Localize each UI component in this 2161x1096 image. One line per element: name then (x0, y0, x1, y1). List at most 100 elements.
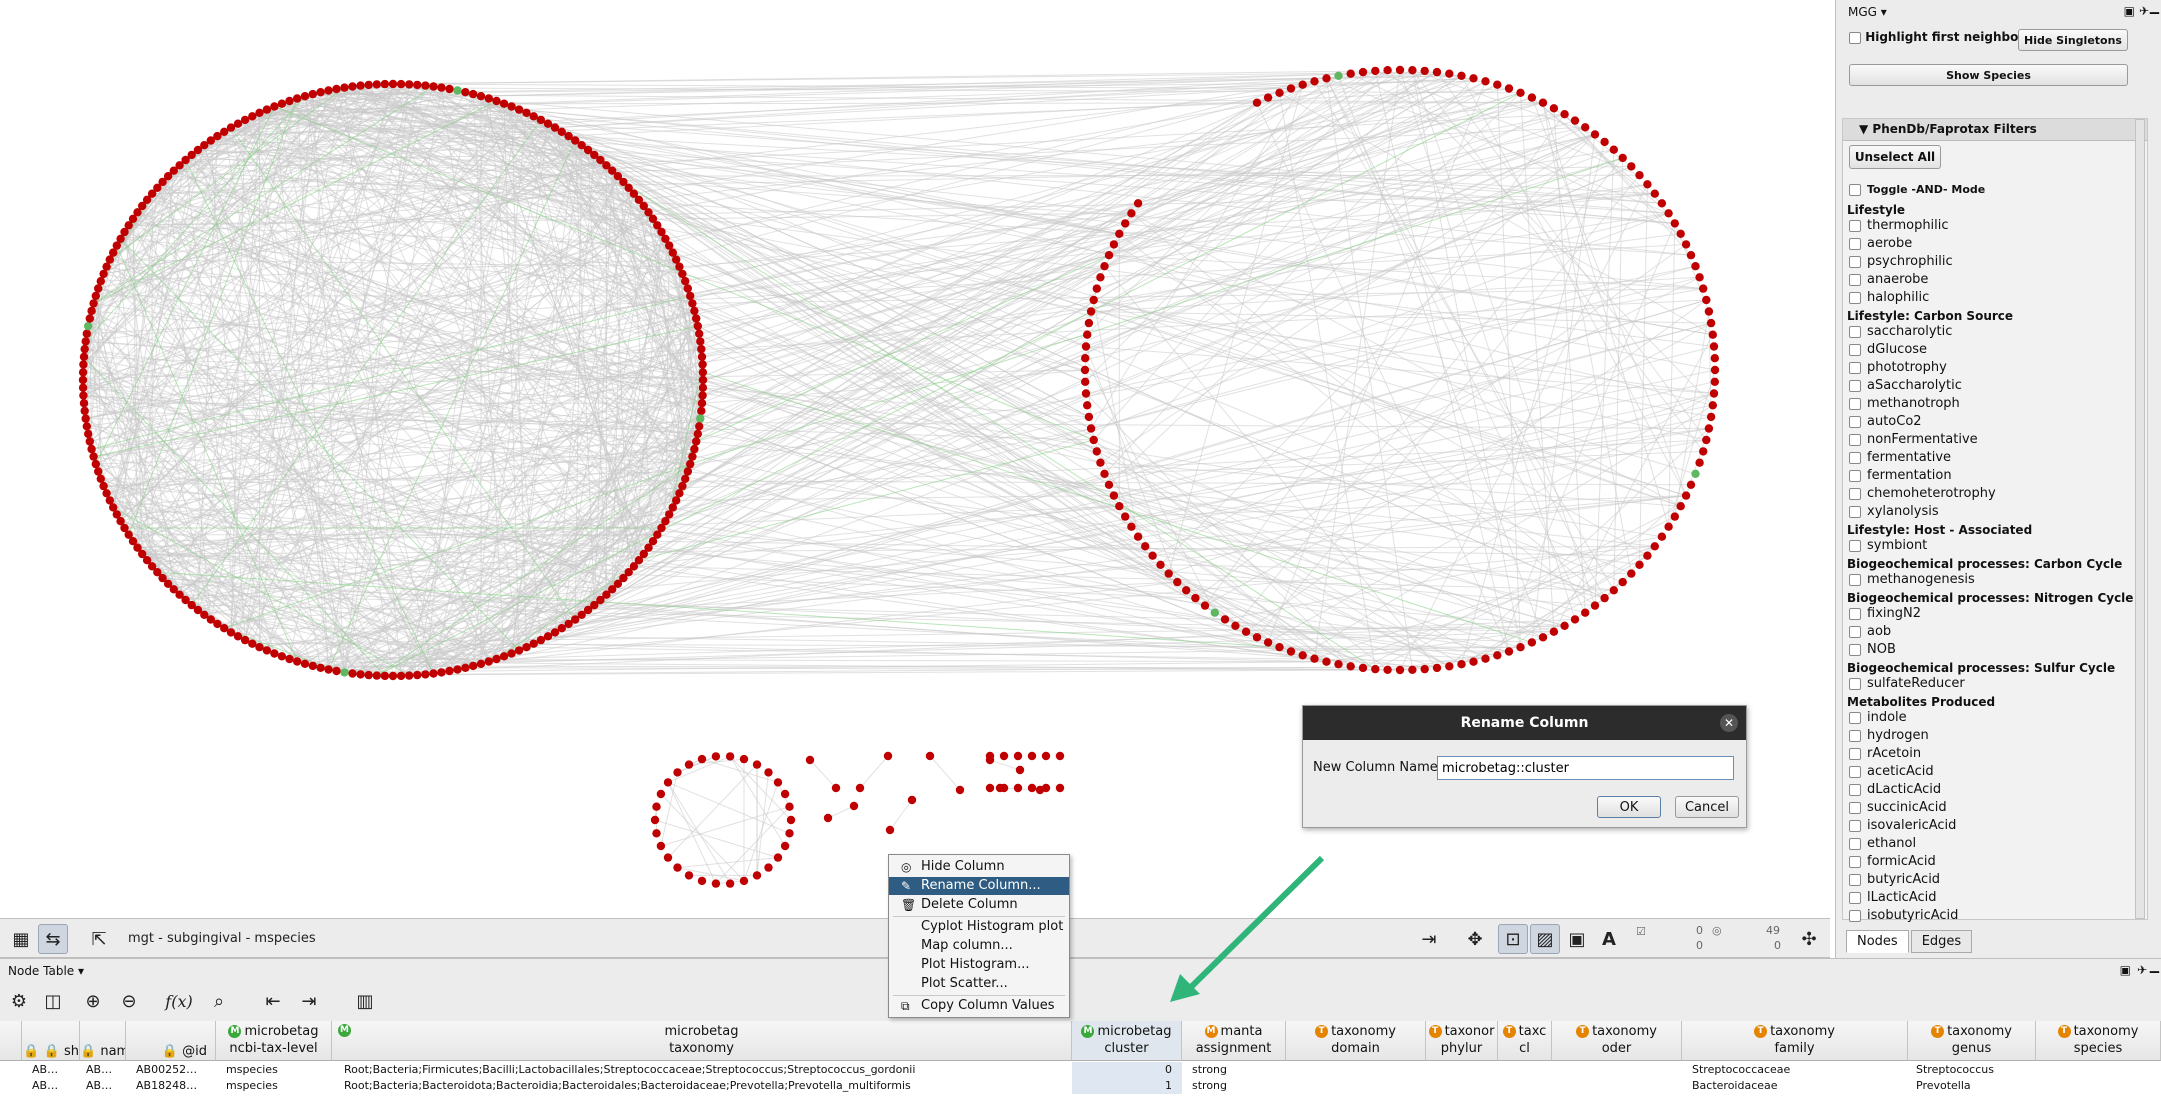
show-species-button[interactable]: Show Species (1849, 64, 2128, 86)
cell-ncbi-tax-level[interactable]: mspecies (226, 1062, 326, 1078)
ok-button[interactable]: OK (1597, 796, 1661, 818)
column-header-class[interactable]: Ttaxc cl (1498, 1021, 1552, 1061)
cancel-button[interactable]: Cancel (1675, 796, 1739, 818)
filter-item-thermophilic[interactable]: thermophilic (1849, 217, 1949, 235)
column-header-ncbi-tax-level[interactable]: Mmicrobetag ncbi-tax-level (216, 1021, 332, 1061)
tab-edges[interactable]: Edges (1910, 930, 1973, 953)
menu-item-plot-histogram[interactable]: Plot Histogram... (889, 956, 1069, 974)
filter-item-isobutyricAcid[interactable]: isobutyricAcid (1849, 907, 1958, 925)
tab-nodes[interactable]: Nodes (1846, 930, 1909, 953)
filter-item-halophilic[interactable]: halophilic (1849, 289, 1929, 307)
filter-item-fixingN2[interactable]: fixingN2 (1849, 605, 1921, 623)
checkbox-icon[interactable] (1849, 433, 1861, 446)
checkbox-icon[interactable] (1849, 747, 1861, 760)
cell-cluster[interactable]: 1 (1072, 1078, 1182, 1094)
checkbox-icon[interactable] (1849, 505, 1861, 518)
filter-item-methanogenesis[interactable]: methanogenesis (1849, 571, 1975, 589)
filter-item-xylanolysis[interactable]: xylanolysis (1849, 503, 1939, 521)
filter-item-saccharolytic[interactable]: saccharolytic (1849, 323, 1952, 341)
panel-title[interactable]: MGG ▾ (1848, 5, 1887, 19)
menu-item-rename-column[interactable]: ✎ Rename Column... (889, 877, 1069, 895)
checkbox-icon[interactable] (1849, 729, 1861, 742)
checkbox-icon[interactable] (1849, 873, 1861, 886)
checkbox-icon[interactable] (1849, 819, 1861, 832)
menu-item-plot-scatter[interactable]: Plot Scatter... (889, 975, 1069, 993)
cell-name[interactable]: AB… (86, 1078, 122, 1094)
table-title[interactable]: Node Table ▾ (8, 964, 84, 978)
cell-id[interactable]: AB18248… (136, 1078, 214, 1094)
filter-item-aSaccharolytic[interactable]: aSaccharolytic (1849, 377, 1962, 395)
menu-item-delete-column[interactable]: 🗑 Delete Column (889, 896, 1069, 914)
checkbox-icon[interactable] (1849, 31, 1861, 44)
checkbox-icon[interactable] (1849, 487, 1861, 500)
column-header-sh[interactable]: 🔒 🔒 sh (22, 1021, 80, 1061)
checkbox-icon[interactable] (1849, 397, 1861, 410)
filter-item-phototrophy[interactable]: phototrophy (1849, 359, 1947, 377)
row-header-corner[interactable] (0, 1021, 22, 1061)
settings-icon[interactable]: ⚙ (4, 987, 34, 1015)
cell-family[interactable]: Bacteroidaceae (1692, 1078, 1892, 1094)
checkbox-icon[interactable] (1849, 765, 1861, 778)
edge-select-icon[interactable]: ▨ (1530, 924, 1560, 954)
checkbox-icon[interactable] (1849, 643, 1861, 656)
checkbox-icon[interactable] (1849, 237, 1861, 250)
fit-icon[interactable]: ✥ (1460, 924, 1490, 954)
highlight-neighbors-checkbox[interactable]: Highlight first neighbors (1849, 30, 2031, 44)
annotation-select-icon[interactable]: ▣ (1562, 924, 1592, 954)
menu-item-hide-column[interactable]: ◎ Hide Column (889, 858, 1069, 876)
checkbox-icon[interactable] (1849, 677, 1861, 690)
filter-item-symbiont[interactable]: symbiont (1849, 537, 1927, 555)
checkbox-icon[interactable] (1849, 909, 1861, 922)
checkbox-icon[interactable] (1849, 273, 1861, 286)
checkbox-icon[interactable] (1849, 625, 1861, 638)
column-header-name[interactable]: 🔒 nam (80, 1021, 126, 1061)
cell-id[interactable]: AB00252… (136, 1062, 214, 1078)
menu-item-map-column[interactable]: Map column... (889, 937, 1069, 955)
search-icon[interactable]: ⌕ (204, 987, 234, 1015)
checkbox-icon[interactable] (1849, 801, 1861, 814)
filter-item-aceticAcid[interactable]: aceticAcid (1849, 763, 1934, 781)
unselect-all-button[interactable]: Unselect All (1849, 145, 1941, 169)
filter-item-rAcetoin[interactable]: rAcetoin (1849, 745, 1921, 763)
checkbox-icon[interactable] (1849, 711, 1861, 724)
filter-item-aob[interactable]: aob (1849, 623, 1891, 641)
filter-item-nonFermentative[interactable]: nonFermentative (1849, 431, 1978, 449)
new-column-name-input[interactable] (1437, 756, 1734, 780)
toggle-and-mode[interactable]: Toggle -AND- Mode (1849, 181, 1985, 199)
delete-column-icon[interactable]: ⊖ (114, 987, 144, 1015)
cell-ncbi-tax-level[interactable]: mspecies (226, 1078, 326, 1094)
checkbox-icon[interactable] (1849, 607, 1861, 620)
column-header-order[interactable]: Ttaxonomy oder (1552, 1021, 1682, 1061)
column-header-domain[interactable]: Ttaxonomy domain (1286, 1021, 1426, 1061)
checkbox-icon[interactable] (1849, 184, 1861, 196)
filter-item-indole[interactable]: indole (1849, 709, 1907, 727)
column-header-phylum[interactable]: Ttaxonor phylur (1426, 1021, 1498, 1061)
checkbox-icon[interactable] (1849, 361, 1861, 374)
share-network-icon[interactable]: ⇆ (38, 924, 68, 954)
column-header-cluster[interactable]: Mmicrobetag cluster (1072, 1021, 1182, 1061)
float-icon[interactable]: ▣ (2124, 4, 2135, 18)
label-icon[interactable]: A (1594, 924, 1624, 954)
checkbox-icon[interactable] (1849, 891, 1861, 904)
filters-header[interactable]: ▼ PhenDb/Faprotax Filters (1843, 119, 2147, 141)
filter-item-fermentation[interactable]: fermentation (1849, 467, 1952, 485)
column-header-species[interactable]: Ttaxonomy species (2036, 1021, 2161, 1061)
filter-item-formicAcid[interactable]: formicAcid (1849, 853, 1936, 871)
close-icon[interactable]: ✕ (1720, 714, 1738, 732)
cell-taxonomy[interactable]: Root;Bacteria;Firmicutes;Bacilli;Lactoba… (344, 1062, 1064, 1078)
filter-item-chemoheterotrophy[interactable]: chemoheterotrophy (1849, 485, 1996, 503)
filter-item-fermentative[interactable]: fermentative (1849, 449, 1951, 467)
column-visibility-icon[interactable]: ◫ (38, 987, 68, 1015)
column-header-manta[interactable]: Mmanta assignment (1182, 1021, 1286, 1061)
grid-view-icon[interactable]: ▦ (6, 924, 36, 954)
checkbox-icon[interactable] (1849, 855, 1861, 868)
column-header-taxonomy[interactable]: Mmicrobetag taxonomy (332, 1021, 1072, 1061)
filter-item-methanotroph[interactable]: methanotroph (1849, 395, 1960, 413)
checkbox-icon[interactable] (1849, 379, 1861, 392)
checkbox-icon[interactable] (1849, 415, 1861, 428)
filter-item-dLacticAcid[interactable]: dLacticAcid (1849, 781, 1941, 799)
checkbox-icon[interactable] (1849, 291, 1861, 304)
filter-item-psychrophilic[interactable]: psychrophilic (1849, 253, 1953, 271)
checkbox-icon[interactable] (1849, 219, 1861, 232)
function-builder-icon[interactable]: f(x) (164, 987, 194, 1015)
